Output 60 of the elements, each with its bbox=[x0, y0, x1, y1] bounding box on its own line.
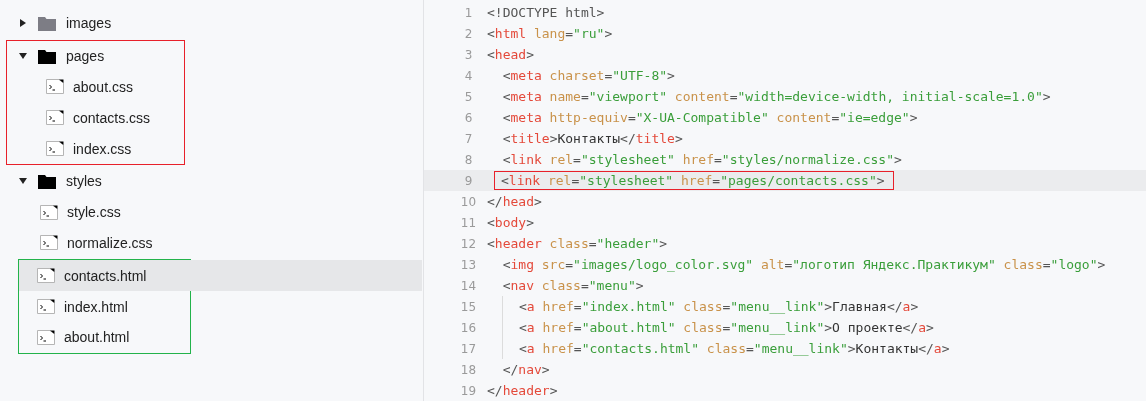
code-line: <html lang="ru"> bbox=[486, 25, 614, 42]
code-line: <head> bbox=[486, 46, 535, 63]
file-icon bbox=[40, 235, 58, 251]
file-icon bbox=[46, 79, 64, 95]
line-number: 19 bbox=[459, 383, 478, 398]
tree-item[interactable]: about.css bbox=[7, 71, 184, 103]
code-line: <meta http-equiv="X-UA-Compatible" content="ie=edge"> bbox=[501, 109, 919, 126]
tree-item[interactable]: contacts.html bbox=[19, 260, 422, 292]
code-line: <body> bbox=[486, 214, 535, 231]
code-line: </head> bbox=[486, 193, 543, 210]
file-icon bbox=[37, 268, 55, 284]
folder-icon bbox=[38, 48, 56, 64]
tree-item[interactable]: index.css bbox=[7, 133, 184, 164]
line-number: 16 bbox=[459, 320, 478, 335]
tree-item[interactable]: images bbox=[1, 8, 422, 39]
code-line: <!DOCTYPE html> bbox=[486, 4, 606, 21]
line-number: 1 bbox=[463, 5, 474, 20]
code-line: <img src="images/logo_color.svg" alt="логотип Яндекс.Практикум" class="logo"> bbox=[501, 256, 1107, 273]
tree-item[interactable]: index.html bbox=[19, 291, 190, 322]
file-icon bbox=[46, 141, 64, 157]
line-number: 2 bbox=[463, 26, 474, 41]
file-icon bbox=[37, 299, 55, 315]
tree-item[interactable]: pages bbox=[7, 40, 184, 72]
code-line: </nav> bbox=[501, 361, 551, 378]
code-line: <meta name="viewport" content="width=device-width, initial-scale=1.0"> bbox=[501, 88, 1052, 105]
code-line: <a href="index.html" class="menu__link">Главная</a> bbox=[518, 298, 920, 315]
file-icon bbox=[46, 110, 64, 126]
code-line: <title>Контакты</title> bbox=[501, 130, 684, 147]
code-line: <header class="header"> bbox=[486, 235, 669, 252]
line-number: 13 bbox=[459, 257, 478, 272]
caret-icon bbox=[18, 18, 28, 29]
file-icon bbox=[40, 204, 58, 220]
code-line: </header> bbox=[486, 382, 559, 399]
line-number: 17 bbox=[459, 341, 478, 356]
line-number: 9 bbox=[463, 173, 474, 188]
line-number: 8 bbox=[463, 152, 474, 167]
code-line: <link rel="stylesheet" href="styles/normalize.css"> bbox=[501, 151, 903, 168]
file-icon bbox=[37, 329, 55, 345]
line-number: 5 bbox=[463, 89, 474, 104]
folder-icon bbox=[38, 173, 56, 189]
line-number: 11 bbox=[459, 215, 478, 230]
line-number: 14 bbox=[459, 278, 478, 293]
line-number: 12 bbox=[459, 236, 478, 251]
line-number: 6 bbox=[463, 110, 474, 125]
code-line: <meta charset="UTF-8"> bbox=[501, 67, 676, 84]
line-number: 4 bbox=[463, 68, 474, 83]
tree-item[interactable]: style.css bbox=[1, 196, 422, 228]
code-line: <a href="contacts.html" class="menu__link">Контакты</a> bbox=[518, 340, 951, 357]
line-number: 18 bbox=[459, 362, 478, 377]
tree-item[interactable]: contacts.css bbox=[7, 102, 184, 134]
line-number: 7 bbox=[463, 131, 474, 146]
folder-icon bbox=[38, 15, 56, 31]
tree-item[interactable]: about.html bbox=[19, 321, 190, 353]
line-number: 15 bbox=[459, 299, 478, 314]
line-number: 3 bbox=[463, 47, 474, 62]
tree-item[interactable]: normalize.css bbox=[1, 227, 422, 259]
code-line: <a href="about.html" class="menu__link">О проекте</a> bbox=[518, 319, 935, 336]
line-number: 10 bbox=[459, 194, 478, 209]
tree-item[interactable]: styles bbox=[1, 166, 422, 197]
code-line: <nav class="menu"> bbox=[501, 277, 645, 294]
